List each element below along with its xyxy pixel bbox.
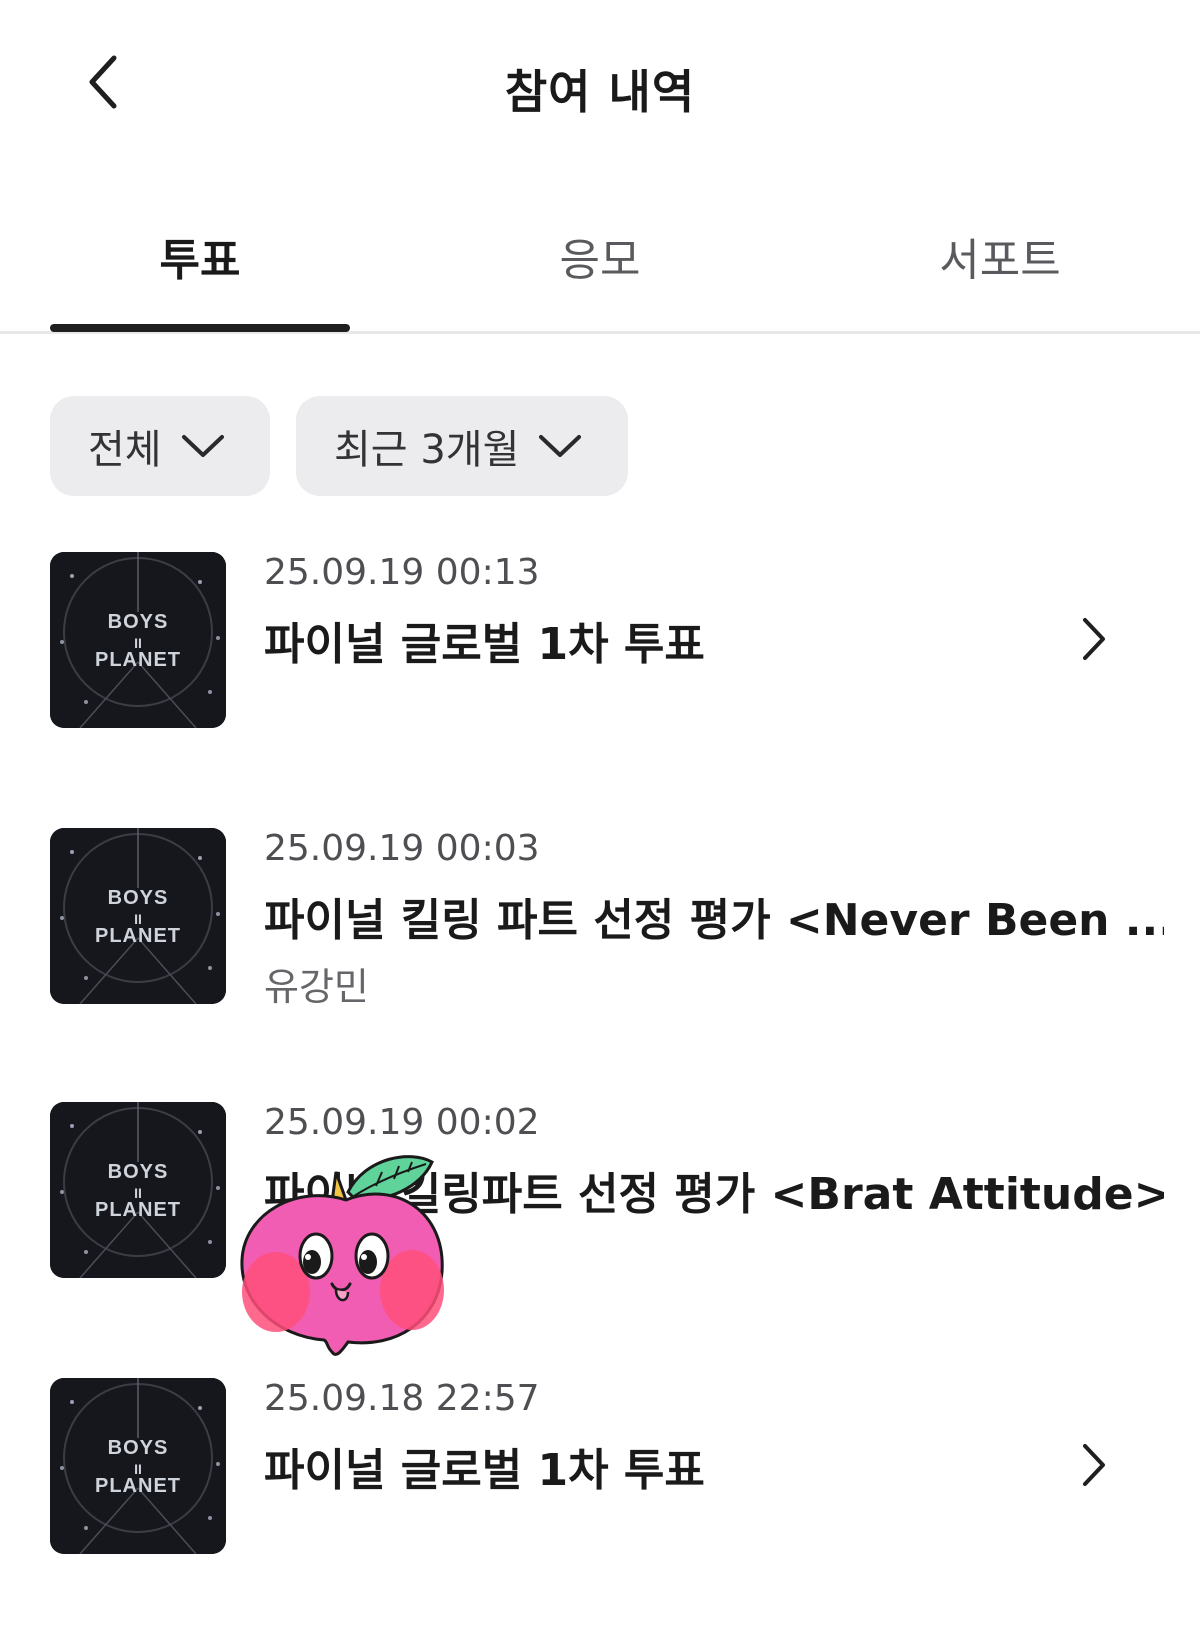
item-title: 파이널 킬링 파트 선정 평가 <Never Been ... xyxy=(264,895,1164,946)
tab-support[interactable]: 서포트 xyxy=(800,224,1200,288)
tab-active-indicator xyxy=(50,324,350,332)
page-title: 참여 내역 xyxy=(504,65,696,119)
thumb-logo-line1: BOYS xyxy=(108,887,169,909)
thumb-logo-line1: BOYS xyxy=(108,611,169,633)
filter-period-dropdown[interactable]: 최근 3개월 xyxy=(296,396,628,496)
thumb-logo-line3: PLANET xyxy=(95,1475,181,1497)
chevron-right-icon[interactable] xyxy=(1074,1440,1114,1490)
thumbnail-image: BOYS II PLANET xyxy=(50,828,226,1004)
list-item[interactable]: BOYS II PLANET 25.09.19 00:13 파이널 글로벌 1차… xyxy=(0,552,1200,728)
filter-type-dropdown[interactable]: 전체 xyxy=(50,396,270,496)
item-date: 25.09.18 22:57 xyxy=(264,1378,540,1419)
list-item[interactable]: BOYS II PLANET 25.09.18 22:57 파이널 글로벌 1차… xyxy=(0,1378,1200,1554)
chevron-down-icon xyxy=(180,431,226,461)
thumb-logo-line3: PLANET xyxy=(95,649,181,671)
chevron-right-icon[interactable] xyxy=(1074,614,1114,664)
item-date: 25.09.19 00:03 xyxy=(264,828,540,869)
tab-bar: 투표 응모 서포트 xyxy=(0,200,1200,334)
list-item[interactable]: BOYS II PLANET 25.09.19 00:03 파이널 킬링 파트 … xyxy=(0,828,1200,1009)
item-title: 파이널 글로벌 1차 투표 xyxy=(264,619,705,670)
thumb-logo-line3: PLANET xyxy=(95,925,181,947)
filter-type-label: 전체 xyxy=(88,427,162,473)
peach-sticker-icon xyxy=(236,1152,456,1362)
thumb-logo-line1: BOYS xyxy=(108,1161,169,1183)
filter-period-label: 최근 3개월 xyxy=(334,427,520,473)
thumbnail-image: BOYS II PLANET xyxy=(50,552,226,728)
item-subtitle: 유강민 xyxy=(264,965,369,1009)
thumb-logo-line1: BOYS xyxy=(108,1437,169,1459)
header: 참여 내역 xyxy=(0,0,1200,170)
item-date: 25.09.19 00:02 xyxy=(264,1102,540,1143)
item-title: 파이널 글로벌 1차 투표 xyxy=(264,1445,705,1496)
chevron-down-icon xyxy=(537,431,583,461)
thumbnail-image: BOYS II PLANET xyxy=(50,1378,226,1554)
thumbnail-image: BOYS II PLANET xyxy=(50,1102,226,1278)
list-item[interactable]: BOYS II PLANET 25.09.19 00:02 파이널 킬링파트 선… xyxy=(0,1102,1200,1278)
tab-vote[interactable]: 투표 xyxy=(0,224,400,288)
item-date: 25.09.19 00:13 xyxy=(264,552,540,593)
thumb-logo-line3: PLANET xyxy=(95,1199,181,1221)
tab-entry[interactable]: 응모 xyxy=(400,224,800,288)
